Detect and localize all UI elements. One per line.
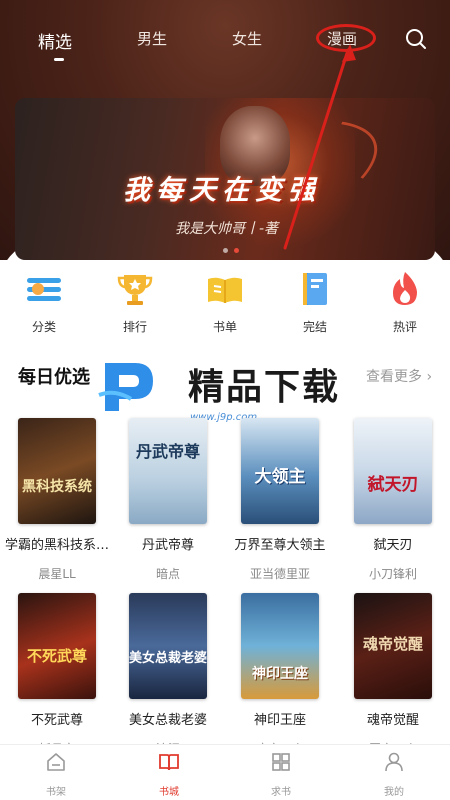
cover-title: 不死武尊 xyxy=(26,647,87,665)
book-cover: 大领主 xyxy=(241,418,319,524)
book-card[interactable]: 丹武帝尊 丹武帝尊 暗点 xyxy=(113,418,223,582)
book-author: 亚当德里亚 xyxy=(249,567,310,581)
finished-book-icon xyxy=(296,270,334,308)
book-list-icon xyxy=(206,270,244,308)
category-finished[interactable]: 完结 xyxy=(285,270,345,335)
book-title: 学霸的黑科技系… xyxy=(4,538,109,553)
flame-icon xyxy=(386,270,424,308)
book-card[interactable]: 不死武尊 不死武尊 妖月夜 xyxy=(2,593,112,757)
category-label: 完结 xyxy=(302,320,327,334)
bookshelf-icon xyxy=(47,753,65,771)
grid-icon xyxy=(272,753,290,771)
cover-title: 神印王座 xyxy=(252,666,308,682)
cover-title: 魂帝觉醒 xyxy=(362,635,423,653)
book-card[interactable]: 大领主 万界至尊大领主 亚当德里亚 xyxy=(225,418,335,582)
cover-title: 大领主 xyxy=(254,467,306,487)
nav-bookshelf[interactable]: 书架 xyxy=(16,751,96,798)
book-cover: 弑天刃 xyxy=(354,418,432,524)
book-cover: 魂帝觉醒 xyxy=(354,593,432,699)
book-title: 丹武帝尊 xyxy=(141,538,194,553)
category-icon xyxy=(25,270,63,308)
book-title: 不死武尊 xyxy=(30,713,83,728)
book-cover: 美女总裁老婆 xyxy=(129,593,207,699)
nav-label: 书城 xyxy=(159,787,179,798)
category-row: 分类 排行 书单 完结 热评 xyxy=(0,270,450,340)
view-more-link[interactable]: 查看更多 › xyxy=(366,366,432,386)
category-label: 分类 xyxy=(31,320,56,334)
book-cover: 神印王座 xyxy=(241,593,319,699)
book-title: 弑天刃 xyxy=(373,538,413,553)
book-title: 万界至尊大领主 xyxy=(234,538,326,553)
section-title: 每日优选 xyxy=(18,367,90,388)
cover-title: 黑科技系统 xyxy=(22,479,92,495)
book-title: 魂帝觉醒 xyxy=(366,713,419,728)
book-card[interactable]: 神印王座 神印王座 唐家三少 xyxy=(225,593,335,757)
bottom-nav: 书架 书城 求书 我的 xyxy=(0,744,450,800)
open-book-icon xyxy=(159,754,179,771)
watermark-logo xyxy=(98,363,153,411)
book-card[interactable]: 弑天刃 弑天刃 小刀锋利 xyxy=(338,418,448,582)
category-booklist[interactable]: 书单 xyxy=(195,270,255,335)
category-label: 书单 xyxy=(212,320,237,334)
nav-label: 我的 xyxy=(384,787,404,798)
trophy-icon xyxy=(116,270,154,308)
cover-title: 美女总裁老婆 xyxy=(129,651,207,666)
book-cover: 黑科技系统 xyxy=(18,418,96,524)
cover-title: 弑天刃 xyxy=(367,475,419,495)
category-label: 热评 xyxy=(392,320,417,334)
category-classify[interactable]: 分类 xyxy=(14,270,74,335)
category-rank[interactable]: 排行 xyxy=(105,270,165,335)
nav-bookstore[interactable]: 书城 xyxy=(129,751,209,798)
book-cover: 不死武尊 xyxy=(18,593,96,699)
book-title: 美女总裁老婆 xyxy=(128,713,207,728)
category-label: 排行 xyxy=(122,320,147,334)
book-author: 小刀锋利 xyxy=(368,567,417,581)
book-card[interactable]: 魂帝觉醒 魂帝觉醒 罪家三少 xyxy=(338,593,448,757)
book-cover: 丹武帝尊 xyxy=(129,418,207,524)
nav-profile[interactable]: 我的 xyxy=(354,751,434,798)
nav-label: 书架 xyxy=(46,787,66,798)
book-card[interactable]: 美女总裁老婆 美女总裁老婆 流泪 xyxy=(113,593,223,757)
category-hot-reviews[interactable]: 热评 xyxy=(375,270,435,335)
book-author: 晨星LL xyxy=(38,567,76,581)
nav-request[interactable]: 求书 xyxy=(241,751,321,798)
book-card[interactable]: 黑科技系统 学霸的黑科技系… 晨星LL xyxy=(2,418,112,582)
nav-label: 求书 xyxy=(271,787,291,798)
book-author: 暗点 xyxy=(155,567,180,581)
cover-title: 丹武帝尊 xyxy=(135,442,200,461)
watermark-text: 精品下载 xyxy=(188,367,341,408)
book-title: 神印王座 xyxy=(253,713,306,728)
profile-icon xyxy=(385,752,403,772)
